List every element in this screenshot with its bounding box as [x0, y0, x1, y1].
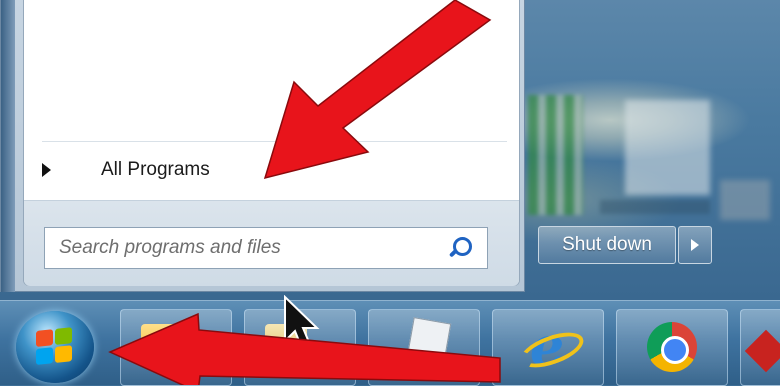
expand-arrow-icon	[42, 163, 51, 177]
search-input[interactable]	[45, 227, 447, 269]
desktop-icon-blurred[interactable]	[720, 180, 770, 220]
taskbar-item-chrome[interactable]	[616, 309, 728, 386]
windows-logo-icon	[36, 327, 74, 367]
separator	[42, 141, 507, 142]
search-box[interactable]	[44, 227, 488, 269]
internet-explorer-icon: e	[525, 319, 569, 373]
start-menu-programs-panel: All Programs	[23, 0, 520, 286]
start-menu-frame	[1, 0, 15, 292]
all-programs-label: All Programs	[101, 159, 210, 180]
search-band	[24, 200, 519, 286]
desktop-icon-blurred[interactable]	[528, 95, 583, 215]
app-icon	[744, 329, 780, 373]
folder-icon	[141, 324, 185, 364]
chevron-right-icon	[691, 239, 699, 251]
search-icon[interactable]	[447, 234, 475, 262]
desktop-icon-blurred[interactable]	[625, 100, 710, 195]
all-programs-button[interactable]: All Programs	[34, 152, 504, 188]
taskbar-item-folder[interactable]	[120, 309, 232, 386]
taskbar-item-notepad[interactable]	[368, 309, 480, 386]
chrome-icon	[647, 322, 697, 372]
taskbar: e	[0, 300, 780, 386]
start-button[interactable]	[16, 311, 94, 383]
taskbar-item-pinned-app[interactable]	[740, 309, 780, 386]
taskbar-item-internet-explorer[interactable]: e	[492, 309, 604, 386]
shut-down-button[interactable]: Shut down	[538, 226, 676, 264]
mouse-cursor-icon	[284, 295, 320, 353]
desktop-icon-label-blurred	[600, 200, 710, 214]
shut-down-options-button[interactable]	[678, 226, 712, 264]
notepad-icon	[404, 317, 452, 375]
start-menu: All Programs	[0, 0, 525, 292]
